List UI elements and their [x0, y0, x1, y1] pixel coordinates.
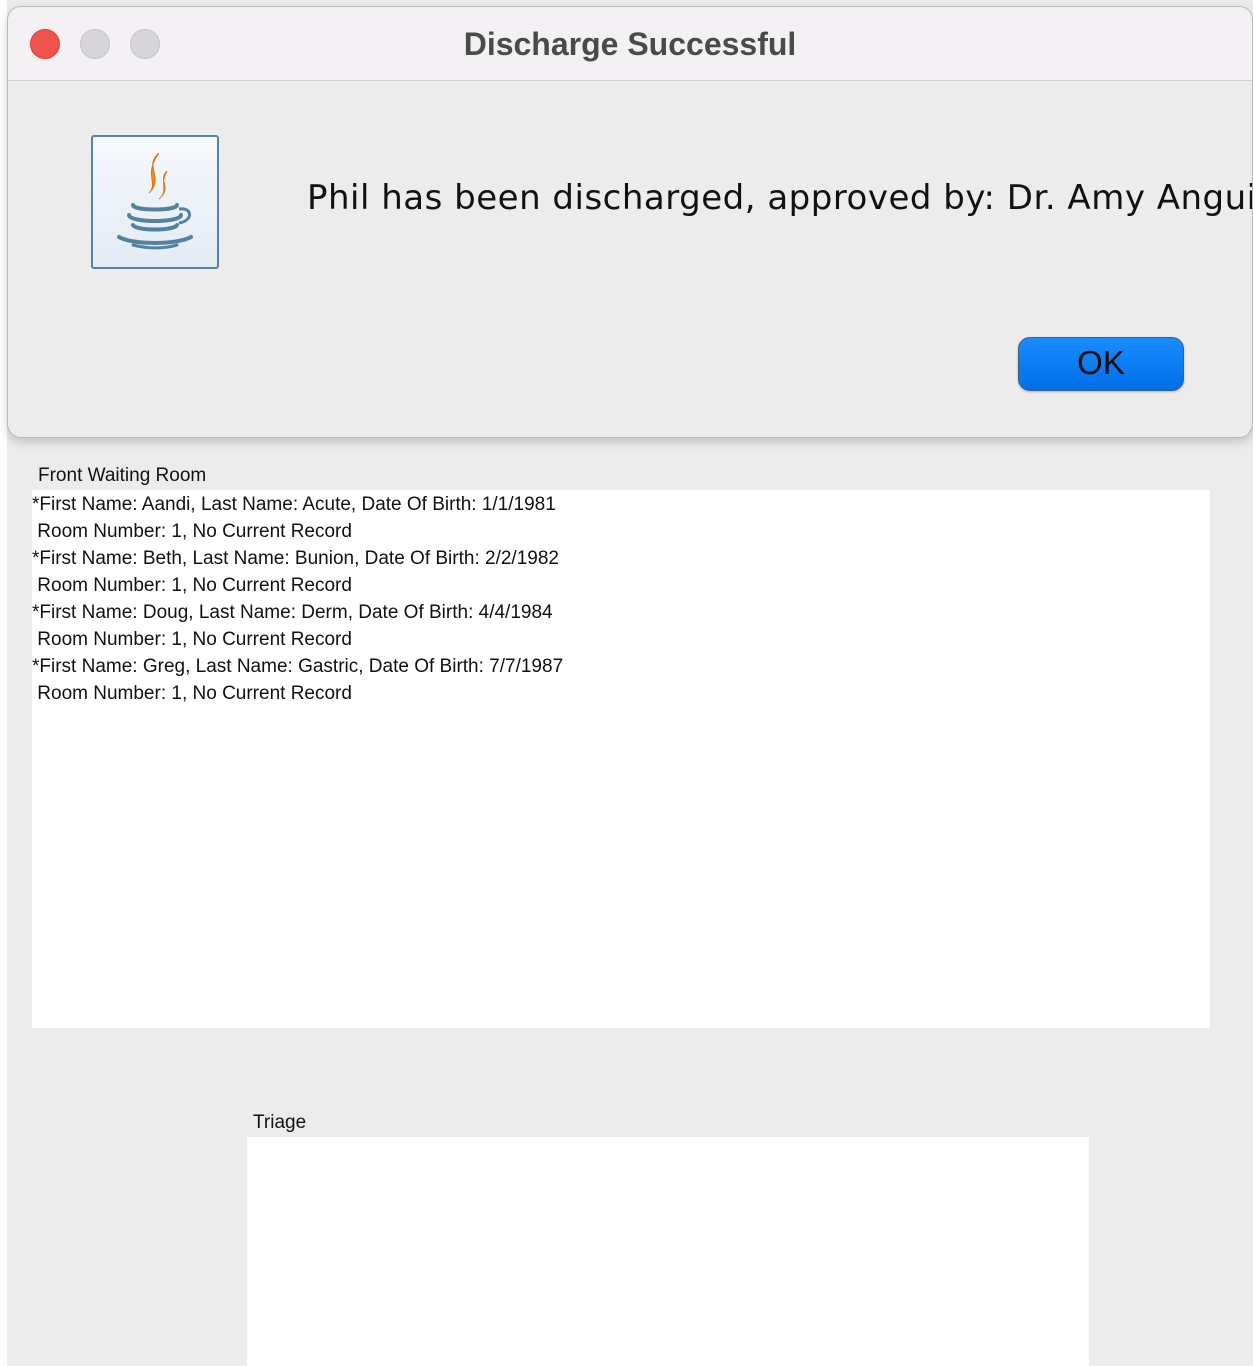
front-waiting-room-label: Front Waiting Room	[38, 465, 207, 486]
record-line: *First Name: Doug, Last Name: Derm, Date…	[32, 602, 553, 623]
triage-textarea[interactable]	[247, 1137, 1089, 1366]
triage-label: Triage	[253, 1112, 307, 1133]
record-line: Room Number: 1, No Current Record	[32, 629, 352, 650]
record-line: Room Number: 1, No Current Record	[32, 521, 352, 542]
front-waiting-room-textarea[interactable]: *First Name: Aandi, Last Name: Acute, Da…	[32, 490, 1210, 1028]
record-line: *First Name: Aandi, Last Name: Acute, Da…	[32, 494, 556, 515]
front-waiting-room-list: *First Name: Aandi, Last Name: Acute, Da…	[32, 491, 1210, 707]
java-coffee-cup-icon	[91, 135, 219, 269]
ok-button[interactable]: OK	[1018, 337, 1184, 391]
record-line: *First Name: Greg, Last Name: Gastric, D…	[32, 656, 564, 677]
discharge-dialog: Discharge Successful Phil has been disch…	[7, 6, 1253, 438]
discharge-message: Phil has been discharged, approved by: D…	[307, 178, 1253, 218]
dialog-title: Discharge Successful	[463, 26, 797, 62]
record-line: *First Name: Beth, Last Name: Bunion, Da…	[32, 548, 559, 569]
record-line: Room Number: 1, No Current Record	[32, 683, 352, 704]
dialog-titlebar: Discharge Successful	[8, 7, 1252, 81]
record-line: Room Number: 1, No Current Record	[32, 575, 352, 596]
